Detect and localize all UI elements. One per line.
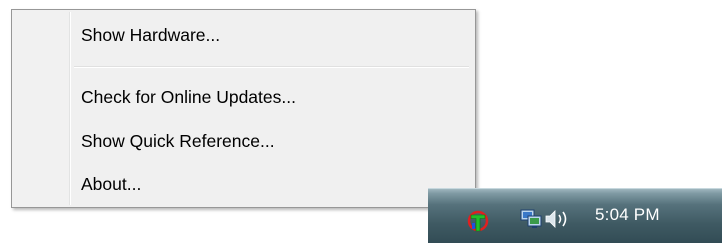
taskbar-notification-area: 5:04 PM [428, 188, 722, 243]
menu-item-label: Check for Online Updates... [81, 87, 296, 107]
trend-micro-icon[interactable] [467, 209, 489, 233]
menu-item-label: Show Quick Reference... [81, 131, 275, 151]
volume-icon[interactable] [544, 208, 574, 230]
network-icon[interactable] [520, 208, 542, 230]
tray-context-menu: Show Hardware... Check for Online Update… [11, 9, 476, 208]
menu-item-check-online-updates[interactable]: Check for Online Updates... [14, 81, 473, 115]
menu-item-label: Show Hardware... [81, 25, 221, 45]
menu-item-about[interactable]: About... [14, 168, 473, 202]
menu-item-show-hardware[interactable]: Show Hardware... [14, 19, 473, 53]
menu-item-label: About... [81, 174, 142, 194]
menu-separator [74, 66, 469, 68]
screen: Show Hardware... Check for Online Update… [0, 0, 722, 243]
menu-item-show-quick-reference[interactable]: Show Quick Reference... [14, 125, 473, 159]
tray-clock[interactable]: 5:04 PM [595, 205, 660, 225]
